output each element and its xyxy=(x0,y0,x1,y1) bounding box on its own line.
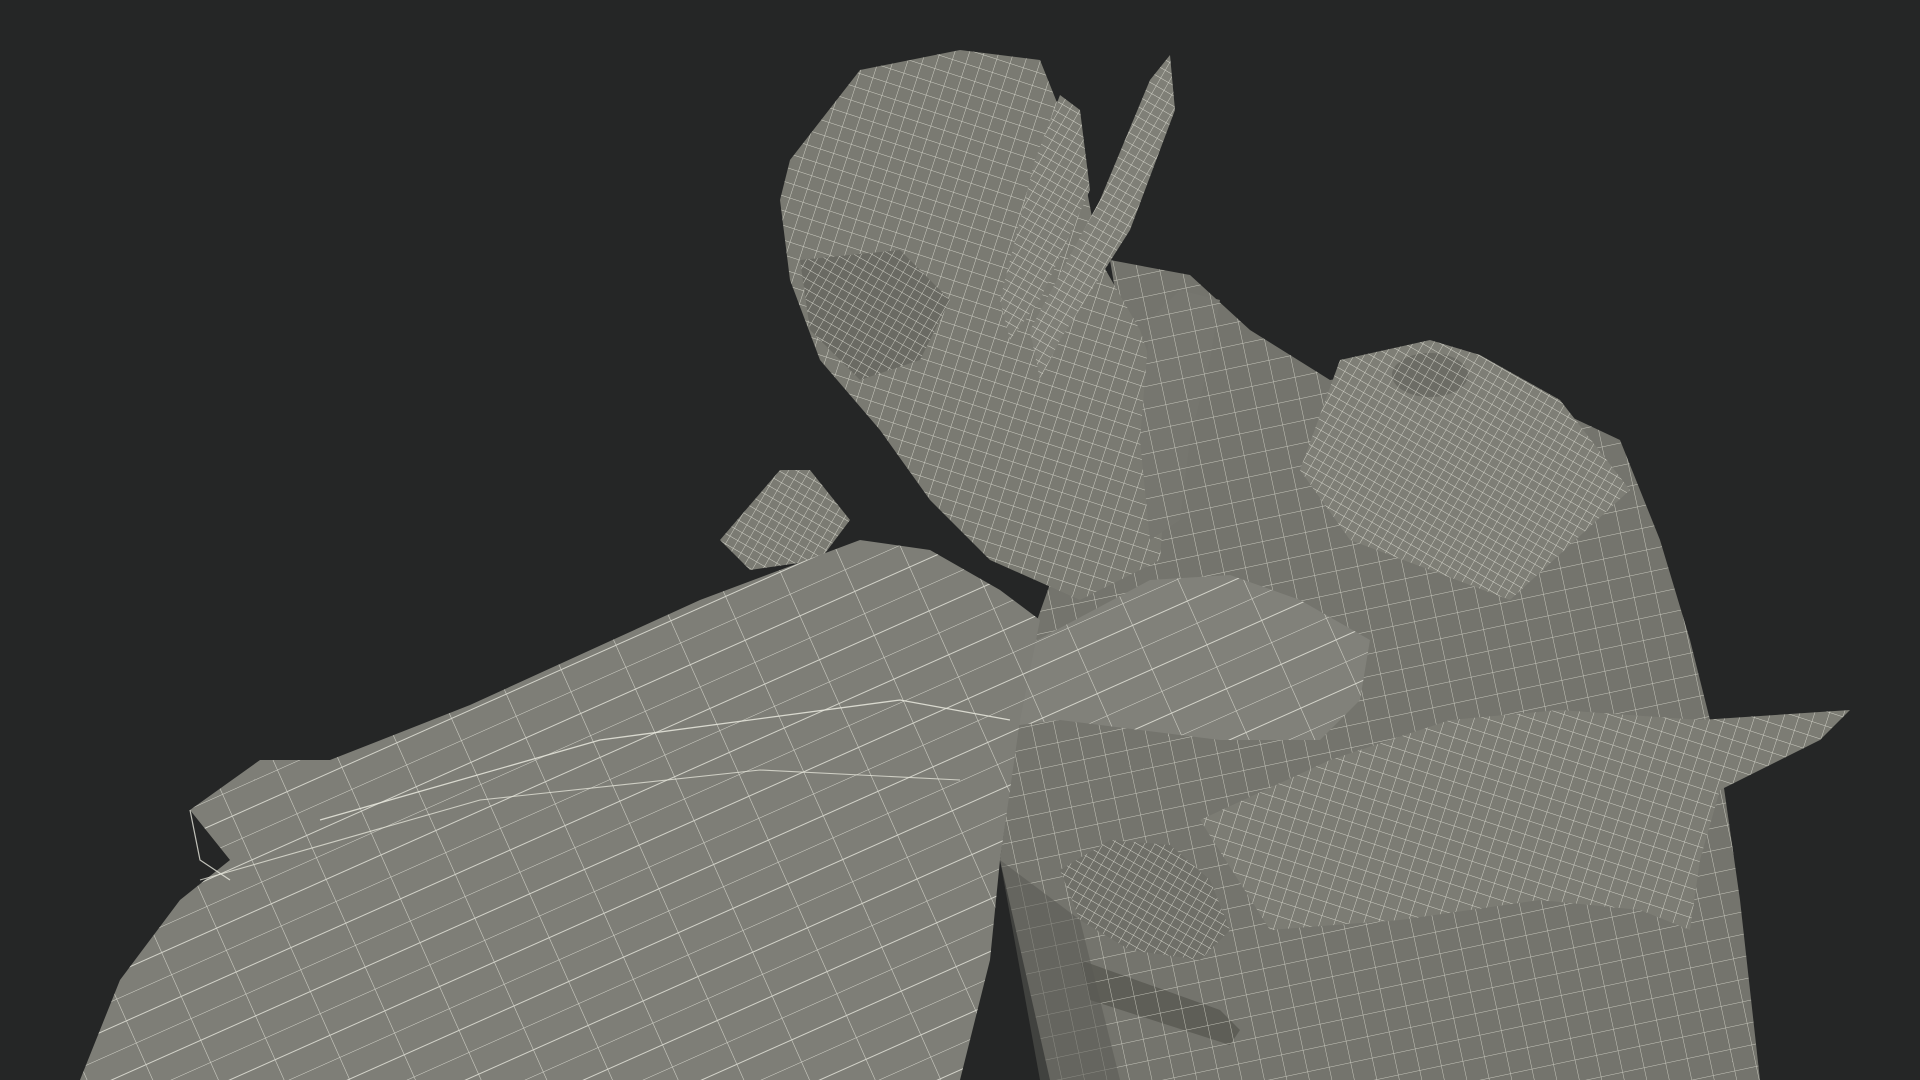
render-viewport xyxy=(0,0,1920,1080)
bike-fairing-mesh xyxy=(80,540,1040,1080)
wireframe-model-render xyxy=(80,50,1850,1080)
